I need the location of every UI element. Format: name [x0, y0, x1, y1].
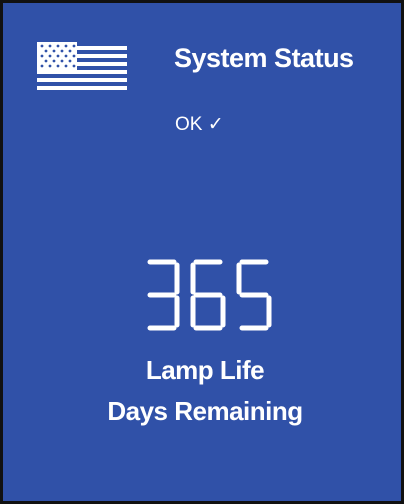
seven-segment-digit	[236, 259, 272, 331]
seven-segment-digit	[147, 259, 180, 331]
seven-segment-digit	[190, 259, 226, 331]
check-icon: ✓	[207, 114, 224, 135]
us-flag-icon	[37, 42, 127, 94]
status-screen: System Status OK ✓ 365 Lamp Life Days Re…	[0, 0, 404, 504]
lamp-life-label: Lamp Life	[145, 355, 265, 385]
status-text: OK	[175, 114, 203, 135]
days-remaining-label: Days Remaining	[107, 396, 303, 426]
page-title: System Status	[174, 43, 354, 73]
lamp-days-display: 365	[147, 259, 272, 331]
status-indicator: OK ✓	[175, 113, 224, 136]
